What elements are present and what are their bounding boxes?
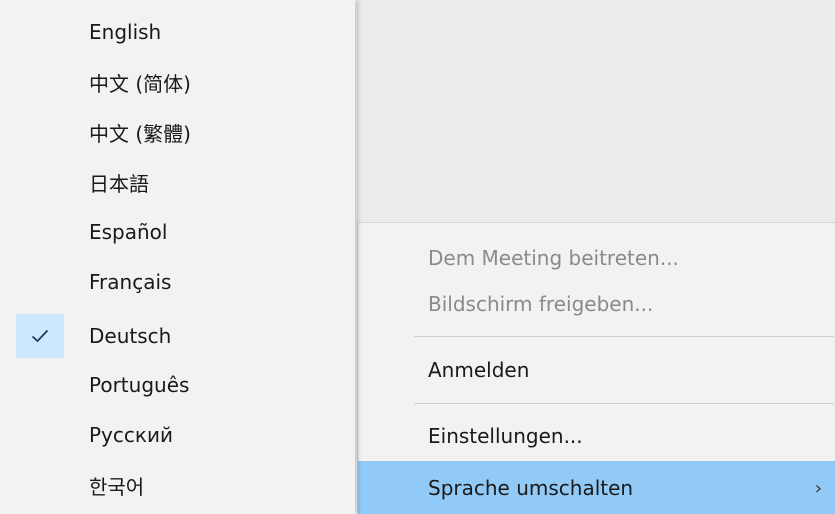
language-item-label: Español <box>89 220 168 244</box>
screen: English 中文 (简体) 中文 (繁體) 日本語 Español Fran… <box>0 0 835 514</box>
menu-item-sign-in[interactable]: Anmelden <box>358 347 835 393</box>
menu-item-label: Anmelden <box>428 358 530 382</box>
language-item-japanese[interactable]: 日本語 <box>0 157 355 207</box>
menu-item-label: Bildschirm freigeben... <box>428 292 654 316</box>
window-background <box>357 0 835 222</box>
language-item-label: 中文 (繁體) <box>89 121 191 146</box>
menu-item-switch-language[interactable]: Sprache umschalten › <box>358 461 835 514</box>
menu-item-label: Dem Meeting beitreten... <box>428 246 679 270</box>
language-item-korean[interactable]: 한국어 <box>0 460 355 510</box>
language-item-label: 中文 (简体) <box>89 71 191 96</box>
language-item-english[interactable]: English <box>0 7 355 57</box>
language-item-spanish[interactable]: Español <box>0 207 355 257</box>
language-item-portuguese[interactable]: Português <box>0 360 355 410</box>
menu-item-join-meeting[interactable]: Dem Meeting beitreten... <box>358 235 835 281</box>
menu-separator <box>414 403 834 404</box>
language-item-label: Português <box>89 373 190 397</box>
chevron-right-icon: › <box>814 477 822 499</box>
context-menu: Dem Meeting beitreten... Bildschirm frei… <box>357 222 835 514</box>
language-item-label: 한국어 <box>89 474 145 499</box>
menu-item-label: Einstellungen... <box>428 424 583 448</box>
language-item-label: Русский <box>89 423 173 447</box>
menu-item-settings[interactable]: Einstellungen... <box>358 413 835 459</box>
language-item-russian[interactable]: Русский <box>0 410 355 460</box>
language-item-label: Français <box>89 270 172 294</box>
language-submenu: English 中文 (简体) 中文 (繁體) 日本語 Español Fran… <box>0 0 355 514</box>
language-item-chinese-traditional[interactable]: 中文 (繁體) <box>0 107 355 157</box>
checkmark-icon <box>31 329 49 343</box>
language-item-chinese-simplified[interactable]: 中文 (简体) <box>0 57 355 107</box>
language-item-label: 日本語 <box>89 171 149 196</box>
language-item-label: Deutsch <box>89 324 172 348</box>
menu-item-label: Sprache umschalten <box>428 476 634 500</box>
language-item-label: English <box>89 20 162 44</box>
language-item-french[interactable]: Français <box>0 257 355 307</box>
menu-item-share-screen[interactable]: Bildschirm freigeben... <box>358 281 835 327</box>
check-indicator <box>16 314 64 358</box>
menu-separator <box>414 336 834 337</box>
language-item-german[interactable]: Deutsch <box>0 311 355 361</box>
